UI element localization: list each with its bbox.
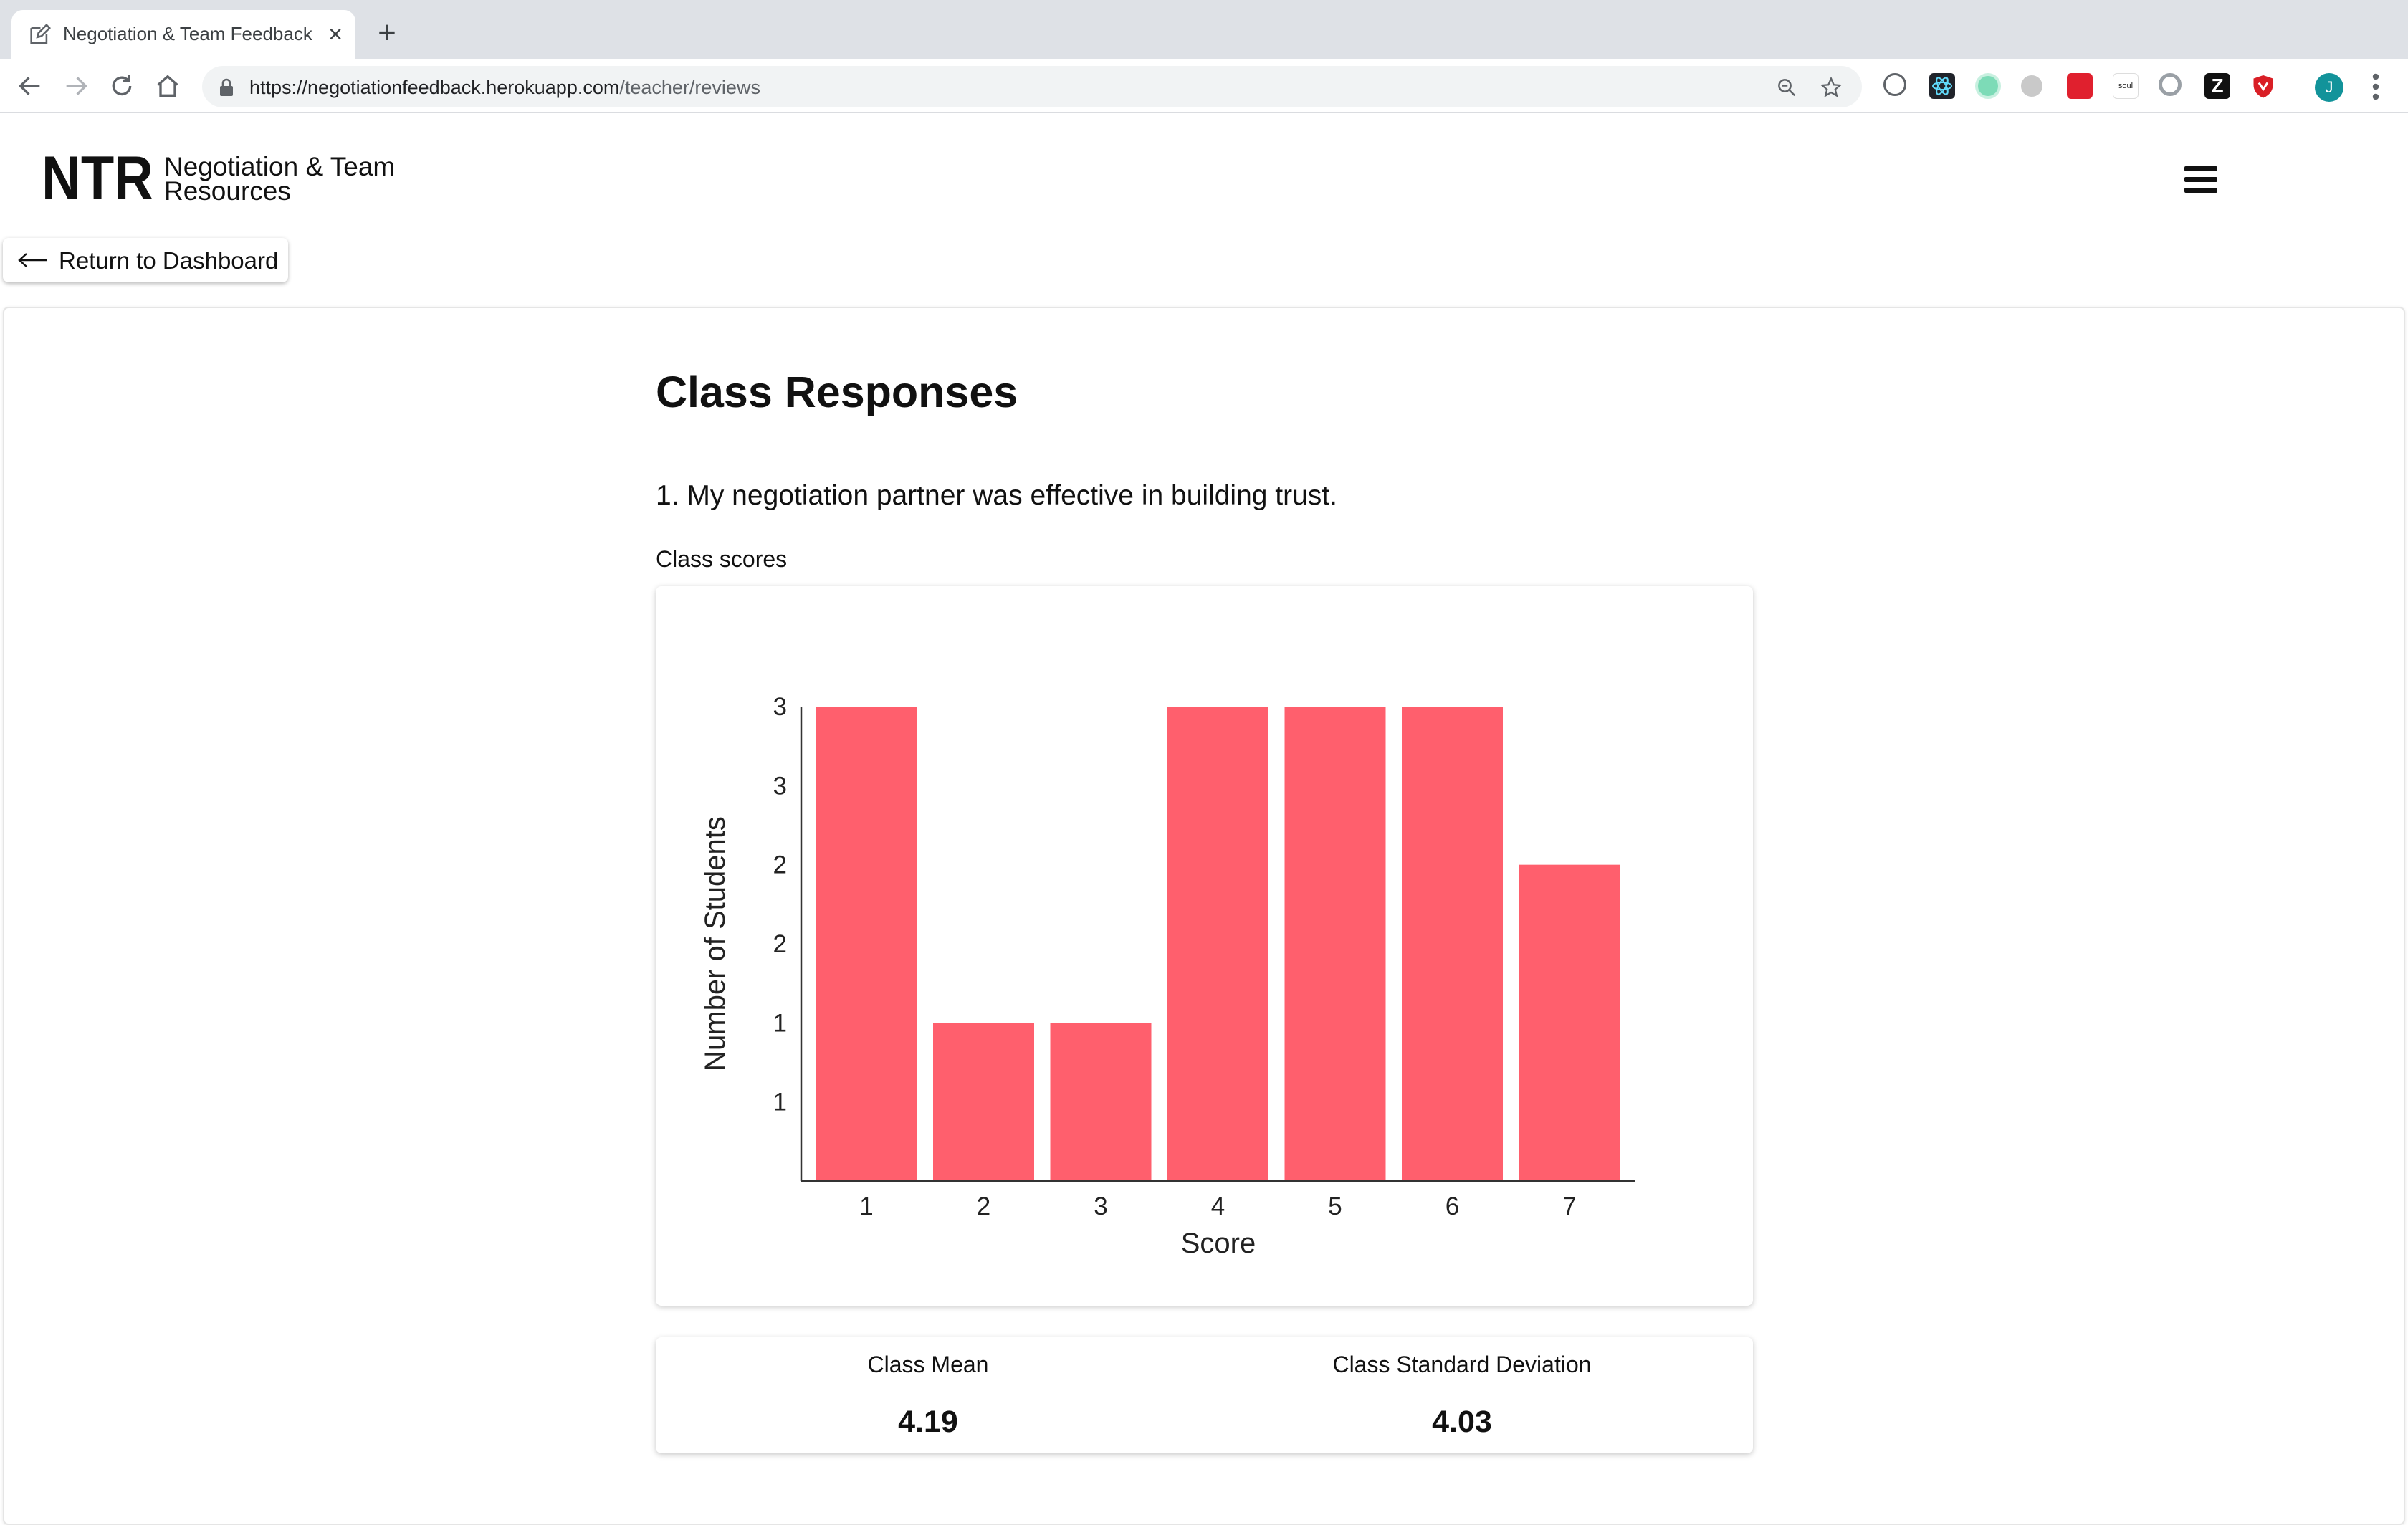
class-sd-label: Class Standard Deviation [1332,1352,1592,1377]
class-sd-value: 4.03 [1432,1405,1492,1439]
react-atom-icon [1932,77,1952,95]
close-tab-icon[interactable]: × [321,20,350,49]
tab-title: Negotiation & Team Feedback [63,23,312,44]
y-tick-label: 3 [773,772,787,800]
question-text: 1. My negotiation partner was effective … [656,480,1337,511]
more-menu-icon[interactable] [2365,72,2386,102]
x-tick-label-7: 7 [1562,1192,1576,1220]
x-tick-label-6: 6 [1446,1192,1459,1220]
hamburger-menu-icon[interactable] [2184,166,2217,193]
extension-shield-icon[interactable] [2250,73,2276,99]
class-stats-card: Class Mean 4.19 Class Standard Deviation… [656,1337,1753,1453]
extension-dark-reader-icon[interactable] [1883,73,1906,96]
bar-score-1 [816,707,917,1181]
y-axis-title: Number of Students [699,816,731,1071]
y-tick-label: 2 [773,930,787,958]
reload-icon[interactable] [108,72,136,100]
home-icon[interactable] [153,72,182,100]
class-scores-label: Class scores [656,546,788,572]
left-arrow-icon [18,253,47,267]
browser-tabstrip: Negotiation & Team Feedback × + [0,0,2408,59]
class-mean-value: 4.19 [898,1405,958,1439]
new-tab-plus-icon[interactable]: + [371,17,403,50]
bar-score-7 [1519,864,1620,1181]
logo-text: NTR [42,153,153,204]
return-to-dashboard-button[interactable]: Return to Dashboard [3,238,288,282]
extension-react-devtools-icon[interactable] [1929,73,1955,99]
page-title: Class Responses [656,368,1018,416]
zoom-icon[interactable] [1776,77,1797,98]
edit-note-icon [30,24,51,44]
class-sd-stat: Class Standard Deviation 4.03 [1190,1337,1734,1453]
forward-arrow-icon[interactable] [62,72,90,100]
bar-score-5 [1284,707,1386,1181]
extension-gray-circle-icon[interactable] [2021,75,2042,97]
brand-name-line-2: Resources [164,176,291,206]
y-tick-label: 1 [773,1009,787,1037]
extension-red-badge-icon[interactable] [2067,73,2093,99]
url-path: /teacher/reviews [619,77,760,98]
extension-text-icon[interactable]: soul [2113,73,2139,99]
x-tick-label-5: 5 [1328,1192,1342,1220]
extension-z-icon[interactable]: Z [2204,73,2230,99]
browser-toolbar: https://negotiationfeedback.herokuapp.co… [0,59,2408,113]
bar-score-6 [1402,707,1503,1181]
profile-avatar[interactable]: J [2315,73,2344,102]
bar-score-2 [933,1023,1034,1181]
y-tick-label: 2 [773,851,787,879]
y-tick-label: 1 [773,1089,787,1117]
class-scores-bar-chart: 1 2 3 4 5 6 7 1 1 2 2 3 3 Score Number of Students [699,693,1635,1259]
class-mean-stat: Class Mean 4.19 [656,1337,1200,1453]
y-tick-label: 3 [773,693,787,721]
ntr-logo[interactable]: NTR [42,153,156,204]
extension-ring-icon[interactable] [2159,73,2182,96]
url-host: https://negotiationfeedback.herokuapp.co… [249,77,620,98]
x-axis-title: Score [1181,1228,1256,1259]
url-text: https://negotiationfeedback.herokuapp.co… [249,77,760,99]
bar-score-4 [1167,707,1268,1181]
x-tick-label-3: 3 [1094,1192,1107,1220]
browser-tab-active[interactable]: Negotiation & Team Feedback × [11,10,355,59]
bookmark-star-icon[interactable] [1820,77,1842,98]
x-tick-label-4: 4 [1211,1192,1225,1220]
bar-score-3 [1050,1023,1152,1181]
address-bar[interactable]: https://negotiationfeedback.herokuapp.co… [202,66,1862,107]
lock-icon [220,78,233,96]
class-mean-label: Class Mean [867,1352,989,1377]
return-to-dashboard-label: Return to Dashboard [59,247,279,274]
class-scores-chart-card: 1 2 3 4 5 6 7 1 1 2 2 3 3 Score Number of Students [656,586,1753,1306]
x-tick-label-2: 2 [977,1192,990,1220]
extension-green-circle-icon[interactable] [1975,73,2001,99]
back-arrow-icon[interactable] [16,72,44,100]
x-tick-label-1: 1 [859,1192,873,1220]
